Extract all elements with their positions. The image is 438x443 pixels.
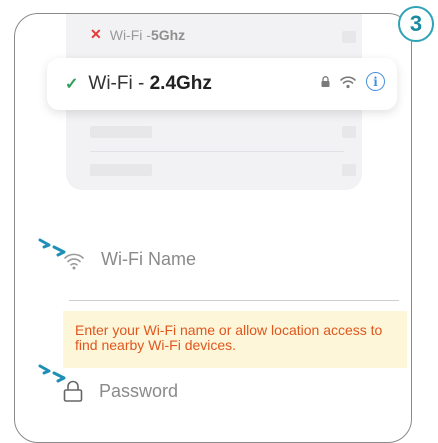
location-hint-text: Enter your Wi-Fi name or allow location … — [75, 322, 383, 353]
placeholder-icon — [342, 164, 356, 176]
network-band: 5Ghz — [150, 26, 186, 43]
pointer-arrow-icon — [38, 238, 66, 257]
placeholder-row-bar — [90, 126, 152, 138]
step-badge: 3 — [398, 6, 434, 42]
close-icon: ✕ — [90, 26, 102, 42]
placeholder-icon — [342, 126, 356, 138]
password-input[interactable] — [99, 380, 339, 402]
password-field[interactable] — [63, 380, 385, 402]
wifi-icon — [340, 75, 356, 88]
network-prefix: Wi-Fi - — [88, 73, 150, 94]
pointer-arrow-icon — [38, 364, 66, 383]
wifi-name-input[interactable] — [101, 249, 341, 270]
network-band: 2.4Ghz — [149, 73, 212, 94]
location-hint-banner: Enter your Wi-Fi name or allow location … — [63, 311, 407, 368]
phone-frame: ✕ Wi-Fi - 5Ghz ✓ Wi-Fi - 2.4Ghz i Wi-Fi … — [14, 13, 412, 443]
network-label: Wi-Fi - 2.4Ghz — [88, 73, 212, 95]
placeholder-row-bar — [90, 164, 152, 176]
check-icon: ✓ — [65, 76, 79, 93]
network-status-icons: i — [321, 72, 385, 91]
wifi-name-underline — [69, 300, 399, 301]
network-item-5ghz[interactable]: ✕ Wi-Fi - 5Ghz — [90, 26, 185, 43]
network-prefix: Wi-Fi - — [109, 26, 151, 43]
row-divider — [90, 151, 344, 152]
info-icon[interactable]: i — [366, 72, 385, 91]
wifi-name-field[interactable] — [63, 249, 385, 270]
lock-icon — [321, 76, 330, 87]
placeholder-icon — [342, 31, 356, 43]
network-item-2-4ghz-selected[interactable]: ✓ Wi-Fi - 2.4Ghz i — [47, 58, 397, 110]
